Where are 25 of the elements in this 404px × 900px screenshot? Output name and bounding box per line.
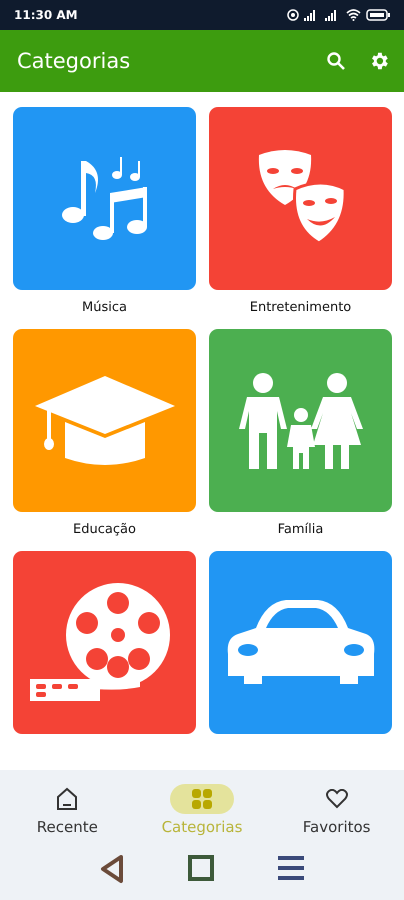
heart-icon [326,789,348,809]
search-button[interactable] [326,51,346,71]
status-icon [287,9,299,21]
category-tile[interactable] [209,329,392,512]
back-button[interactable] [99,854,125,884]
category-tile[interactable] [13,329,196,512]
status-time: 11:30 AM [14,8,78,22]
nav-tab[interactable]: Favoritos [272,784,402,836]
category-tile[interactable] [13,107,196,290]
nav-tab[interactable]: Recente [2,784,132,836]
category-label: Família [278,521,324,539]
category-tile[interactable] [209,107,392,290]
category-label: Música [82,299,127,317]
battery-icon [366,9,390,21]
home-button[interactable] [187,854,215,884]
category-label: Educação [73,521,136,539]
family-icon [236,372,364,468]
category-tile[interactable] [209,551,392,734]
graduation-cap-icon [34,376,174,466]
category-tile[interactable] [13,551,196,734]
screen-title: Categorias [17,49,132,73]
grid-icon [190,788,213,810]
home-icon [56,787,78,811]
category-label: Entretenimento [250,299,352,317]
wifi-icon [346,9,361,21]
